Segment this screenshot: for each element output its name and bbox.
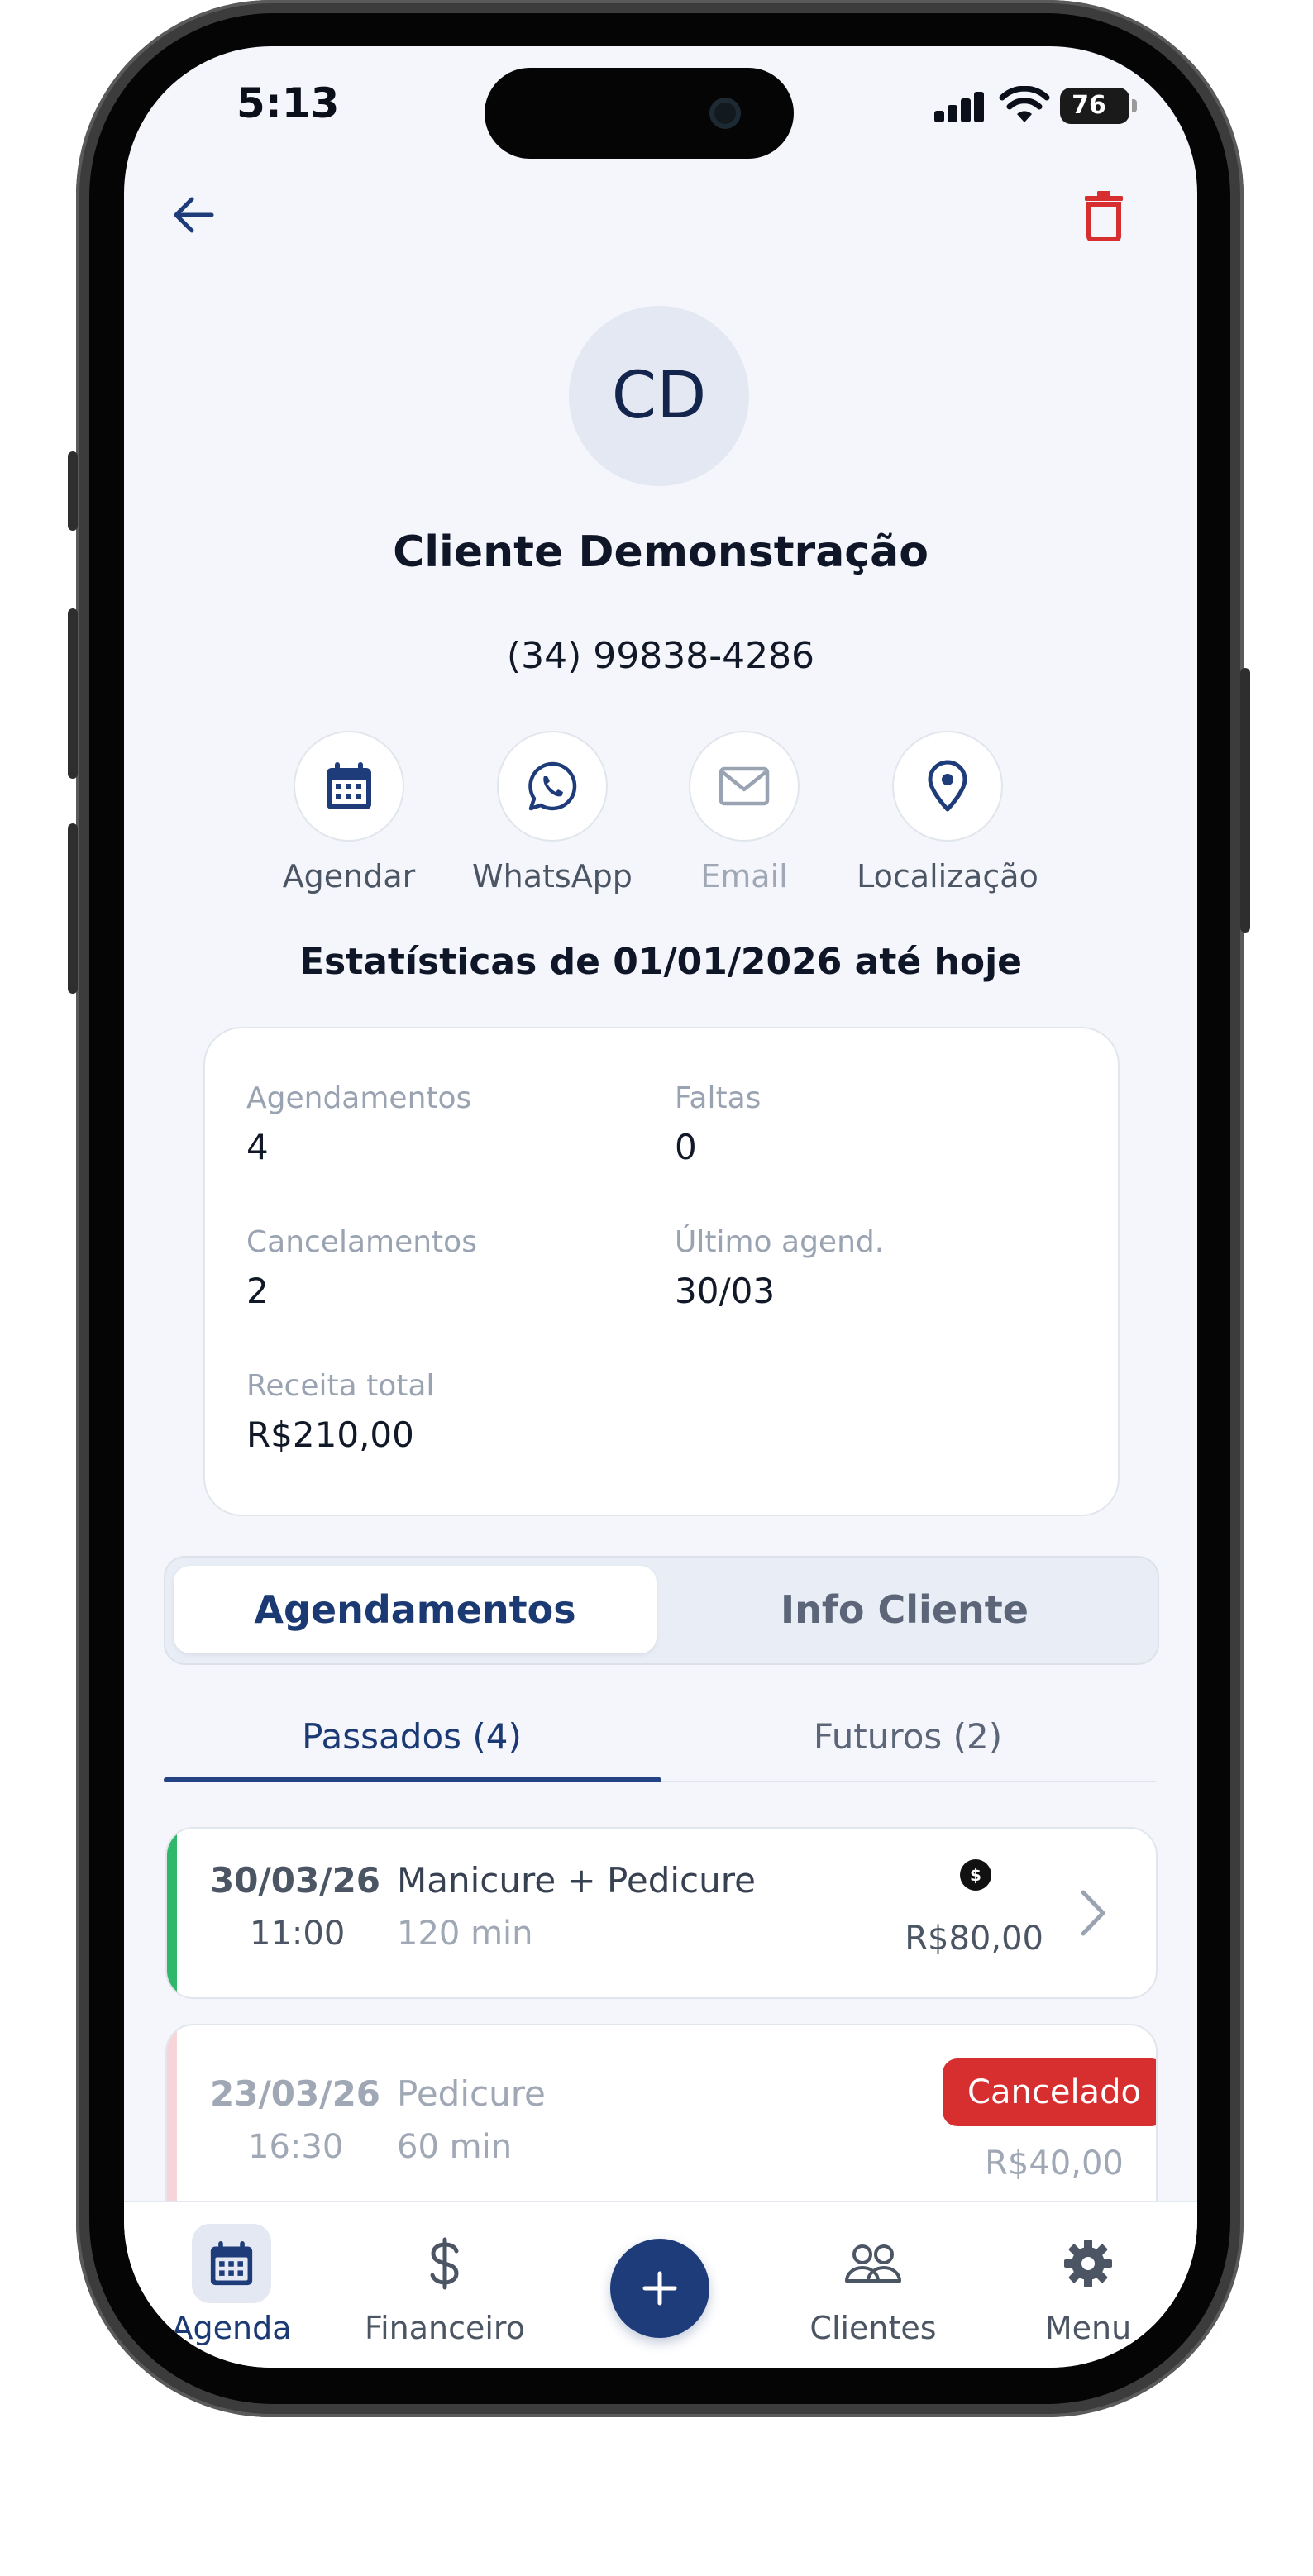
trash-icon — [1085, 191, 1123, 241]
phone-power-button — [1240, 668, 1250, 933]
appointment-date: 23/03/26 — [210, 2073, 381, 2114]
tab-client-info[interactable]: Info Cliente — [660, 1566, 1149, 1653]
client-name: Cliente Demonstração — [393, 527, 929, 577]
plus-icon — [642, 2271, 677, 2306]
stat-value: 4 — [246, 1127, 269, 1167]
stat-no-shows: Faltas 0 — [675, 1081, 761, 1167]
stat-value: 0 — [675, 1127, 697, 1167]
nav-icon-container — [1048, 2224, 1128, 2303]
nav-label: Financeiro — [365, 2310, 525, 2346]
calendar-icon — [210, 2241, 253, 2286]
client-phone: (34) 99838-4286 — [506, 635, 815, 677]
action-location[interactable]: Localização — [857, 731, 1038, 894]
action-location-label: Localização — [857, 858, 1038, 894]
subtab-past[interactable]: Passados (4) — [164, 1716, 660, 1757]
calendar-icon — [327, 762, 371, 809]
camera-icon — [709, 98, 741, 129]
action-whatsapp-circle[interactable] — [497, 731, 608, 842]
arrow-left-icon — [174, 197, 214, 233]
phone-volume-up-button — [68, 608, 78, 779]
phone-action-button — [68, 451, 78, 531]
back-button[interactable] — [159, 180, 228, 250]
appointment-service: Manicure + Pedicure — [397, 1860, 756, 1901]
subtab-active-indicator — [164, 1777, 661, 1782]
dynamic-island — [485, 68, 794, 159]
nav-icon-container — [405, 2224, 485, 2303]
nav-icon-container — [192, 2224, 271, 2303]
action-whatsapp[interactable]: WhatsApp — [461, 731, 643, 894]
action-schedule-label: Agendar — [282, 858, 416, 894]
stats-title: Estatísticas de 01/01/2026 até hoje — [298, 941, 1023, 983]
battery-level: 76 — [1072, 91, 1106, 120]
stat-value: R$210,00 — [246, 1414, 414, 1455]
gear-icon — [1064, 2240, 1112, 2287]
appointment-duration: 120 min — [397, 1915, 533, 1953]
stat-last-appointment: Último agend. 30/03 — [675, 1225, 884, 1311]
status-stripe — [167, 1829, 177, 1997]
subtab-future[interactable]: Futuros (2) — [660, 1716, 1156, 1757]
map-pin-icon — [928, 760, 967, 812]
phone-volume-down-button — [68, 823, 78, 994]
action-schedule[interactable]: Agendar — [258, 731, 440, 894]
action-email-circle[interactable] — [689, 731, 800, 842]
app-screen: 5:13 76 CD Cliente Demonstração (34) 998… — [124, 46, 1197, 2368]
stat-label: Cancelamentos — [246, 1225, 477, 1259]
stats-card: Agendamentos 4 Faltas 0 Cancelamentos 2 … — [203, 1027, 1120, 1516]
status-time: 5:13 — [236, 79, 340, 127]
appointment-card[interactable]: 30/03/26 11:00 Manicure + Pedicure 120 m… — [165, 1827, 1158, 1999]
nav-item-menu[interactable]: Menu — [997, 2224, 1179, 2346]
stat-label: Receita total — [246, 1369, 435, 1403]
dollar-coin-icon: $ — [960, 1859, 991, 1891]
appointment-duration: 60 min — [397, 2128, 513, 2166]
appointment-price: R$40,00 — [985, 2144, 1124, 2182]
whatsapp-icon — [528, 761, 577, 811]
dollar-icon — [430, 2237, 459, 2290]
delete-client-button[interactable] — [1068, 180, 1139, 251]
client-avatar: CD — [569, 306, 749, 486]
stat-value: 2 — [246, 1271, 269, 1311]
nav-item-clientes[interactable]: Clientes — [782, 2224, 964, 2346]
nav-label: Agenda — [171, 2310, 292, 2346]
action-email[interactable]: Email — [653, 731, 835, 894]
stat-cancellations: Cancelamentos 2 — [246, 1225, 477, 1311]
appointment-date: 30/03/26 — [210, 1860, 381, 1901]
wifi-icon — [999, 86, 1050, 122]
nav-icon-container — [833, 2224, 913, 2303]
action-location-circle[interactable] — [892, 731, 1003, 842]
new-appointment-button[interactable] — [610, 2239, 709, 2338]
appointment-service: Pedicure — [397, 2073, 546, 2114]
stat-total-revenue: Receita total R$210,00 — [246, 1369, 434, 1455]
battery-tip — [1132, 99, 1137, 112]
nav-item-agenda[interactable]: Agenda — [141, 2224, 322, 2346]
stat-label: Agendamentos — [246, 1081, 472, 1115]
appointment-price: R$80,00 — [905, 1920, 1043, 1958]
chevron-right-icon[interactable] — [1077, 1888, 1110, 1938]
action-schedule-circle[interactable] — [294, 731, 404, 842]
action-email-label: Email — [700, 858, 788, 894]
nav-label: Menu — [1044, 2310, 1132, 2346]
appointment-time: 11:00 — [250, 1915, 346, 1953]
cellular-signal-icon — [934, 91, 986, 122]
svg-text:$: $ — [970, 1865, 981, 1885]
stat-value: 30/03 — [675, 1271, 776, 1311]
users-icon — [845, 2244, 901, 2283]
stat-appointments: Agendamentos 4 — [246, 1081, 471, 1167]
mail-icon — [719, 766, 770, 806]
stat-label: Faltas — [675, 1081, 762, 1115]
stat-label: Último agend. — [675, 1225, 885, 1259]
appointment-time: 16:30 — [248, 2128, 344, 2166]
nav-item-financeiro[interactable]: Financeiro — [354, 2224, 536, 2346]
action-whatsapp-label: WhatsApp — [472, 858, 633, 894]
status-badge: Cancelado — [943, 2058, 1156, 2126]
tab-appointments[interactable]: Agendamentos — [174, 1566, 656, 1653]
nav-label: Clientes — [809, 2310, 937, 2346]
